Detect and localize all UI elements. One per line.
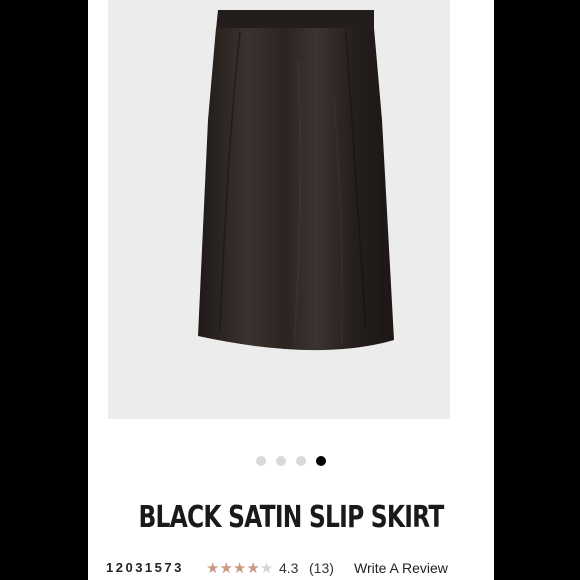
star-icon: ★ (206, 560, 220, 577)
star-icon: ★ (259, 560, 274, 577)
product-title: BLACK SATIN SLIP SKIRT (138, 500, 444, 535)
carousel-dot[interactable] (316, 456, 326, 466)
star-icon: ★ (219, 560, 233, 577)
product-image-frame[interactable] (108, 0, 450, 419)
product-sku: 12031573 (106, 560, 184, 575)
skirt-image (198, 10, 394, 351)
rating-value: 4.3 (279, 560, 299, 576)
carousel-dot[interactable] (276, 456, 286, 466)
rating-stars[interactable]: ★★★★★ (206, 559, 273, 577)
star-icon: ★ (246, 560, 260, 577)
product-meta: 12031573 ★★★★★ 4.3 (13) Write A Review (106, 560, 486, 580)
carousel-dots (88, 455, 494, 467)
review-count[interactable]: (13) (309, 560, 334, 576)
star-icon: ★ (232, 560, 247, 577)
write-review-link[interactable]: Write A Review (354, 560, 448, 576)
product-page: BLACK SATIN SLIP SKIRT 12031573 ★★★★★ 4.… (88, 0, 494, 580)
carousel-dot[interactable] (296, 456, 306, 466)
carousel-dot[interactable] (256, 456, 266, 466)
